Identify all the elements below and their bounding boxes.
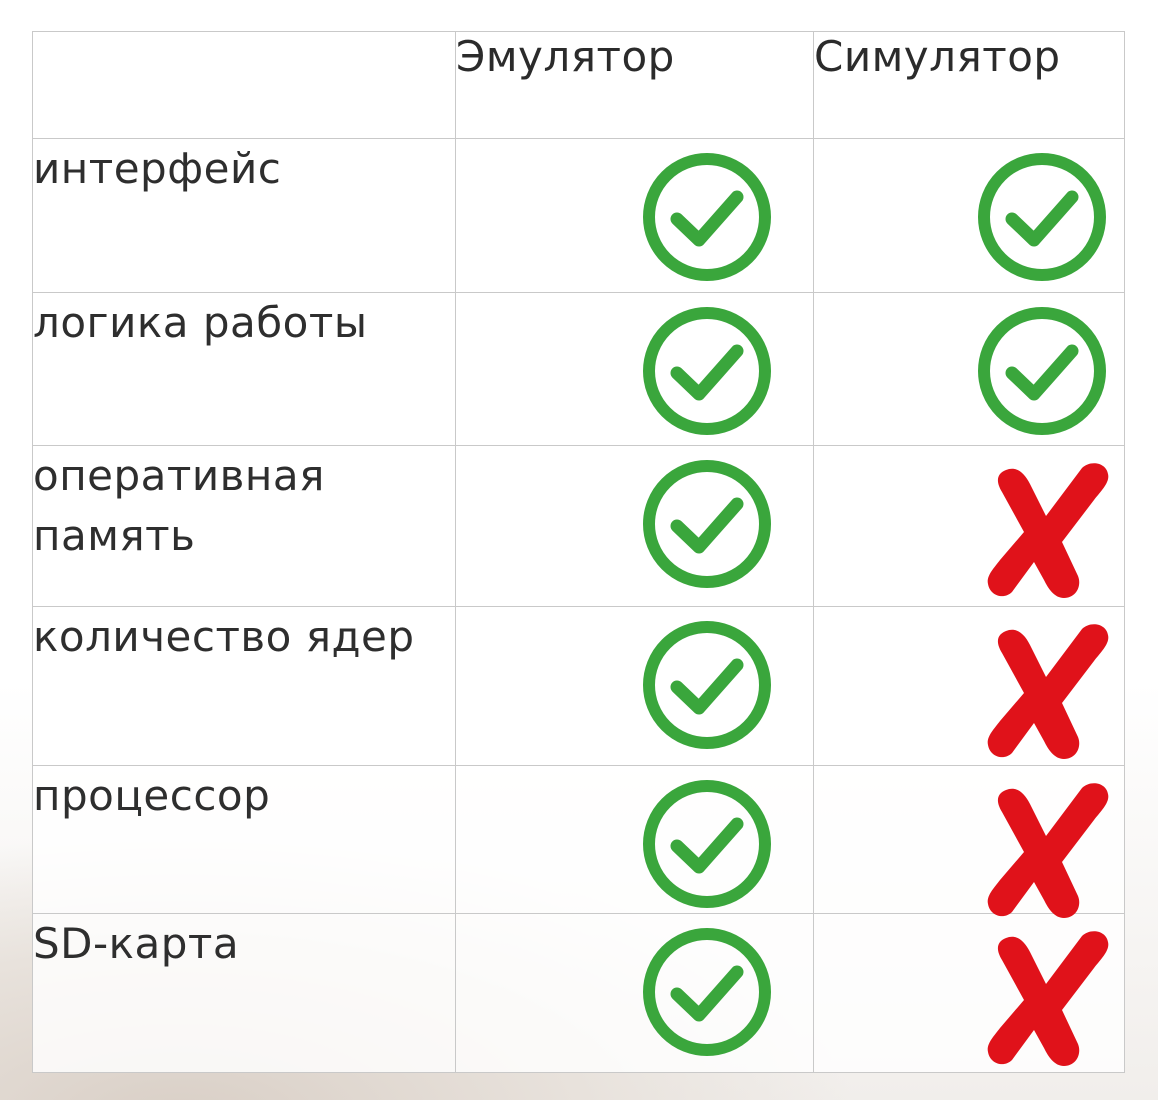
row-label: интерфейс: [32, 138, 456, 293]
check-circle-icon: [641, 926, 773, 1058]
check-circle-icon: [976, 305, 1108, 437]
simulator-cell: [813, 606, 1125, 766]
emulator-cell: [455, 292, 814, 446]
simulator-cell: [813, 138, 1125, 293]
emulator-cell: [455, 445, 814, 607]
header-simulator: Симулятор: [813, 31, 1125, 139]
row-label: логика работы: [32, 292, 456, 446]
cross-icon: [984, 926, 1116, 1070]
emulator-cell: [455, 606, 814, 766]
row-label: оперативная память: [32, 445, 456, 607]
emulator-cell: [455, 765, 814, 914]
simulator-cell: [813, 765, 1125, 918]
header-empty-cell: [32, 31, 456, 139]
cross-icon: [984, 778, 1116, 922]
comparison-table: Эмулятор Симулятор интерфейс логика рабо…: [32, 31, 1125, 1073]
check-circle-icon: [641, 151, 773, 283]
header-emulator: Эмулятор: [455, 31, 814, 139]
check-circle-icon: [641, 778, 773, 910]
table-row: процессор: [32, 765, 1125, 918]
simulator-cell: [813, 292, 1125, 446]
check-circle-icon: [976, 151, 1108, 283]
simulator-cell: [813, 445, 1125, 607]
emulator-cell: [455, 913, 814, 1073]
emulator-cell: [455, 138, 814, 293]
row-label: SD-карта: [32, 913, 456, 1073]
table-row: логика работы: [32, 292, 1125, 446]
check-circle-icon: [641, 305, 773, 437]
table-row: интерфейс: [32, 138, 1125, 293]
simulator-cell: [813, 913, 1125, 1073]
comparison-slide: Эмулятор Симулятор интерфейс логика рабо…: [0, 0, 1158, 1100]
row-label: процессор: [32, 765, 456, 914]
table-header-row: Эмулятор Симулятор: [32, 31, 1125, 139]
check-circle-icon: [641, 619, 773, 751]
cross-icon: [984, 458, 1116, 602]
cross-icon: [984, 619, 1116, 763]
check-circle-icon: [641, 458, 773, 590]
row-label: количество ядер: [32, 606, 456, 766]
table-row: оперативная память: [32, 445, 1125, 607]
table-row: количество ядер: [32, 606, 1125, 766]
table-row: SD-карта: [32, 913, 1125, 1073]
